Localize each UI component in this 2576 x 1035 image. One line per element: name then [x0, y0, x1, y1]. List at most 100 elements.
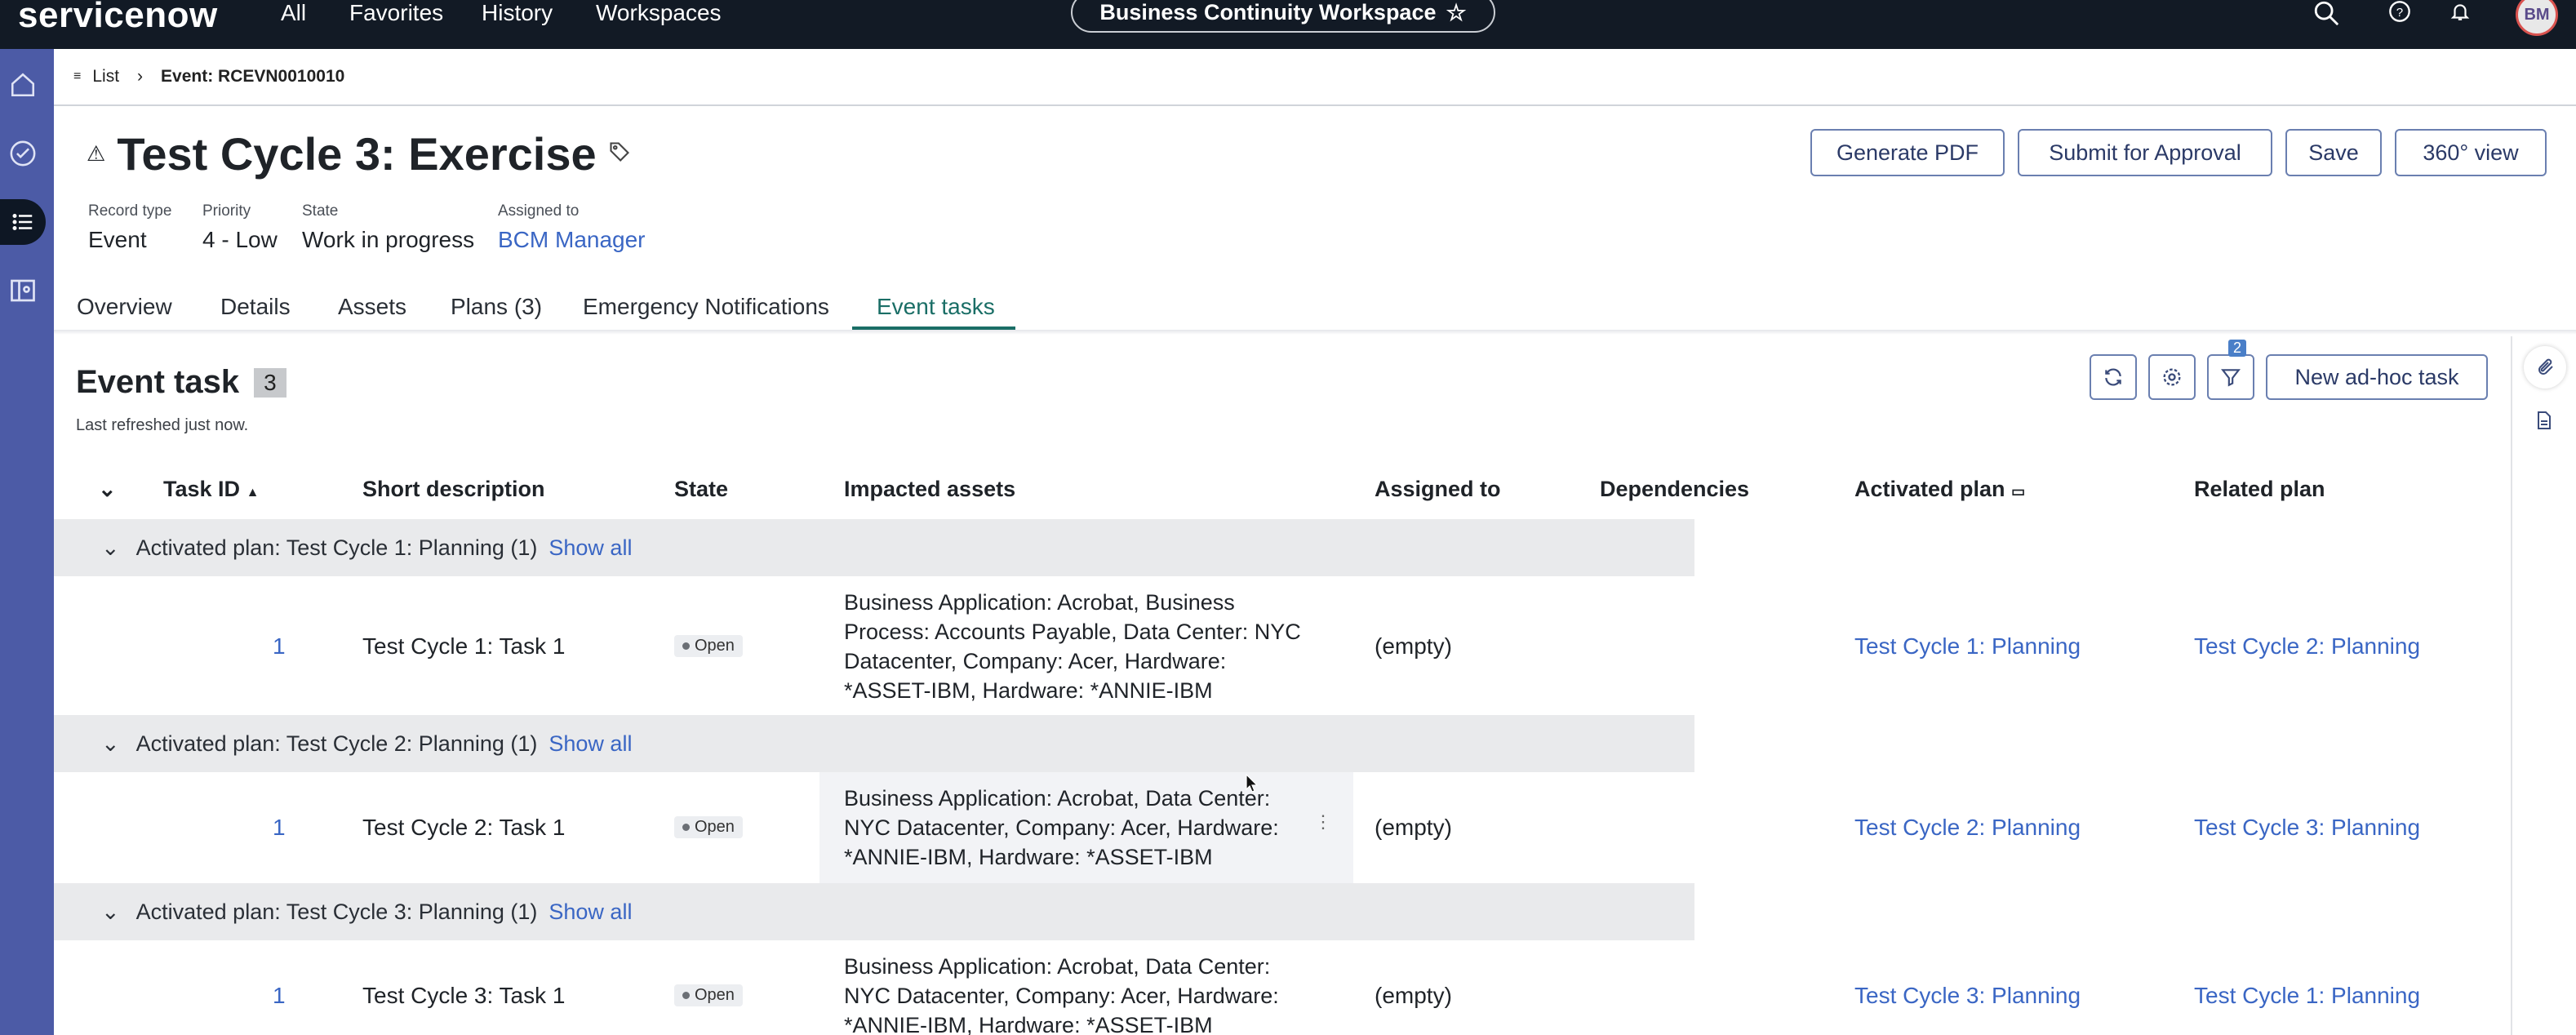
related-plan-link[interactable]: Test Cycle 1: Planning	[2194, 983, 2420, 1009]
more-options-icon[interactable]: ⋮	[1314, 811, 1332, 833]
page-title: Test Cycle 3: Exercise	[117, 128, 597, 180]
list-icon[interactable]: ≡	[73, 69, 81, 84]
list-title-text: Event task	[76, 364, 240, 400]
col-activated-plan[interactable]: Activated plan ▭	[1854, 477, 2025, 502]
paperclip-icon[interactable]	[2524, 346, 2566, 389]
list-icon[interactable]	[0, 199, 46, 245]
servicenow-logo[interactable]: servicenow	[18, 0, 218, 36]
document-icon[interactable]	[2534, 410, 2553, 435]
col-impacted-assets[interactable]: Impacted assets	[844, 477, 1015, 502]
impacted-assets: Business Application: Acrobat, Data Cent…	[844, 786, 1279, 869]
check-circle-icon[interactable]	[0, 131, 46, 176]
col-related-plan[interactable]: Related plan	[2194, 477, 2325, 502]
priority-value: 4 - Low	[202, 227, 278, 252]
assigned-to: (empty)	[1375, 633, 1452, 659]
avatar[interactable]: BM	[2516, 0, 2558, 36]
priority-label: Priority	[202, 202, 251, 220]
breadcrumb-list[interactable]: List	[92, 67, 119, 87]
tab-emergency-notifications[interactable]: Emergency Notifications	[583, 294, 829, 320]
status-dot	[682, 992, 690, 999]
breadcrumb-current: Event: RCEVN0010010	[161, 67, 345, 86]
meta-priority: Priority 4 - Low	[202, 202, 278, 253]
right-side-panel	[2511, 336, 2576, 1035]
mouse-cursor-icon	[1246, 774, 1259, 793]
meta-state: State Work in progress	[302, 202, 474, 253]
tab-overview[interactable]: Overview	[77, 294, 172, 320]
nav-favorites[interactable]: Favorites	[349, 0, 443, 26]
top-nav: servicenow All Favorites History Workspa…	[0, 0, 2576, 49]
meta-assigned: Assigned to BCM Manager	[498, 202, 646, 253]
nav-workspaces[interactable]: Workspaces	[596, 0, 722, 26]
col-state[interactable]: State	[674, 477, 728, 502]
chevron-right-icon: ›	[137, 67, 144, 86]
related-plan-link[interactable]: Test Cycle 2: Planning	[2194, 633, 2420, 660]
home-icon[interactable]	[0, 62, 46, 108]
state-label: State	[302, 202, 339, 220]
help-icon[interactable]: ?	[2383, 0, 2416, 23]
state-value: Work in progress	[302, 227, 475, 252]
impacted-assets: Business Application: Acrobat, Data Cent…	[844, 954, 1279, 1035]
related-plan-link[interactable]: Test Cycle 3: Planning	[2194, 815, 2420, 841]
assigned-label: Assigned to	[498, 202, 580, 220]
task-id-link[interactable]: 1	[273, 983, 286, 1009]
state-pill: Open	[674, 816, 743, 838]
tab-plans[interactable]: Plans (3)	[451, 294, 542, 320]
chevron-down-icon[interactable]: ⌄	[101, 731, 120, 757]
bell-icon[interactable]	[2444, 0, 2476, 23]
generate-pdf-button[interactable]: Generate PDF	[1810, 129, 2005, 176]
col-task-id-label: Task ID	[163, 477, 241, 501]
activated-plan-link[interactable]: Test Cycle 1: Planning	[1854, 633, 2081, 660]
meta-record-type: Record type Event	[88, 202, 171, 253]
assigned-link[interactable]: BCM Manager	[498, 227, 646, 253]
group-label: Activated plan: Test Cycle 3: Planning (…	[135, 899, 538, 924]
show-all-link[interactable]: Show all	[549, 900, 632, 925]
list-title: Event task 3	[76, 364, 286, 401]
record-header: ⚠ Test Cycle 3: Exercise	[87, 127, 631, 180]
star-icon[interactable]: ☆	[1446, 0, 1466, 26]
tag-icon[interactable]	[608, 140, 631, 167]
col-task-id[interactable]: Task ID ▲	[163, 477, 259, 502]
gear-icon[interactable]	[2148, 354, 2196, 400]
show-all-link[interactable]: Show all	[549, 731, 632, 757]
activated-plan-link[interactable]: Test Cycle 3: Planning	[1854, 983, 2081, 1009]
short-description: Test Cycle 1: Task 1	[362, 633, 566, 659]
360-view-button[interactable]: 360° view	[2395, 129, 2547, 176]
short-description: Test Cycle 2: Task 1	[362, 815, 566, 840]
new-adhoc-task-button[interactable]: New ad-hoc task	[2266, 354, 2488, 400]
folder-icon: ▭	[2011, 483, 2026, 500]
state-label: Open	[695, 818, 735, 836]
workspace-switcher[interactable]: Business Continuity Workspace ☆	[1071, 0, 1495, 33]
assigned-to: (empty)	[1375, 983, 1452, 1008]
nav-all[interactable]: All	[281, 0, 306, 26]
col-activated-plan-label: Activated plan	[1854, 477, 2005, 501]
tab-details[interactable]: Details	[220, 294, 291, 320]
submit-for-approval-button[interactable]: Submit for Approval	[2018, 129, 2272, 176]
col-dependencies[interactable]: Dependencies	[1600, 477, 1749, 502]
group-header[interactable]: ⌄ Activated plan: Test Cycle 3: Planning…	[54, 883, 1694, 940]
state-label: Open	[695, 986, 735, 1004]
chevron-down-icon[interactable]: ⌄	[101, 900, 120, 925]
show-all-link[interactable]: Show all	[549, 535, 632, 561]
group-header[interactable]: ⌄ Activated plan: Test Cycle 2: Planning…	[54, 715, 1694, 772]
filter-icon[interactable]	[2207, 354, 2254, 400]
group-header[interactable]: ⌄ Activated plan: Test Cycle 1: Planning…	[54, 519, 1694, 576]
short-description: Test Cycle 3: Task 1	[362, 983, 566, 1008]
state-label: Open	[695, 637, 735, 655]
tab-assets[interactable]: Assets	[338, 294, 406, 320]
search-icon[interactable]	[2307, 0, 2346, 26]
tabs-divider	[54, 330, 2576, 335]
state-pill: Open	[674, 984, 743, 1006]
task-id-link[interactable]: 1	[273, 633, 286, 660]
collapse-all-icon[interactable]: ⌄	[98, 477, 117, 502]
nav-history[interactable]: History	[482, 0, 553, 26]
task-id-link[interactable]: 1	[273, 815, 286, 841]
assigned-to: (empty)	[1375, 815, 1452, 840]
refresh-icon[interactable]	[2090, 354, 2137, 400]
chevron-down-icon[interactable]: ⌄	[101, 535, 120, 561]
save-button[interactable]: Save	[2285, 129, 2382, 176]
tab-event-tasks[interactable]: Event tasks	[877, 294, 995, 320]
activated-plan-link[interactable]: Test Cycle 2: Planning	[1854, 815, 2081, 841]
col-short-description[interactable]: Short description	[362, 477, 545, 502]
col-assigned-to[interactable]: Assigned to	[1375, 477, 1501, 502]
map-icon[interactable]	[0, 268, 46, 313]
